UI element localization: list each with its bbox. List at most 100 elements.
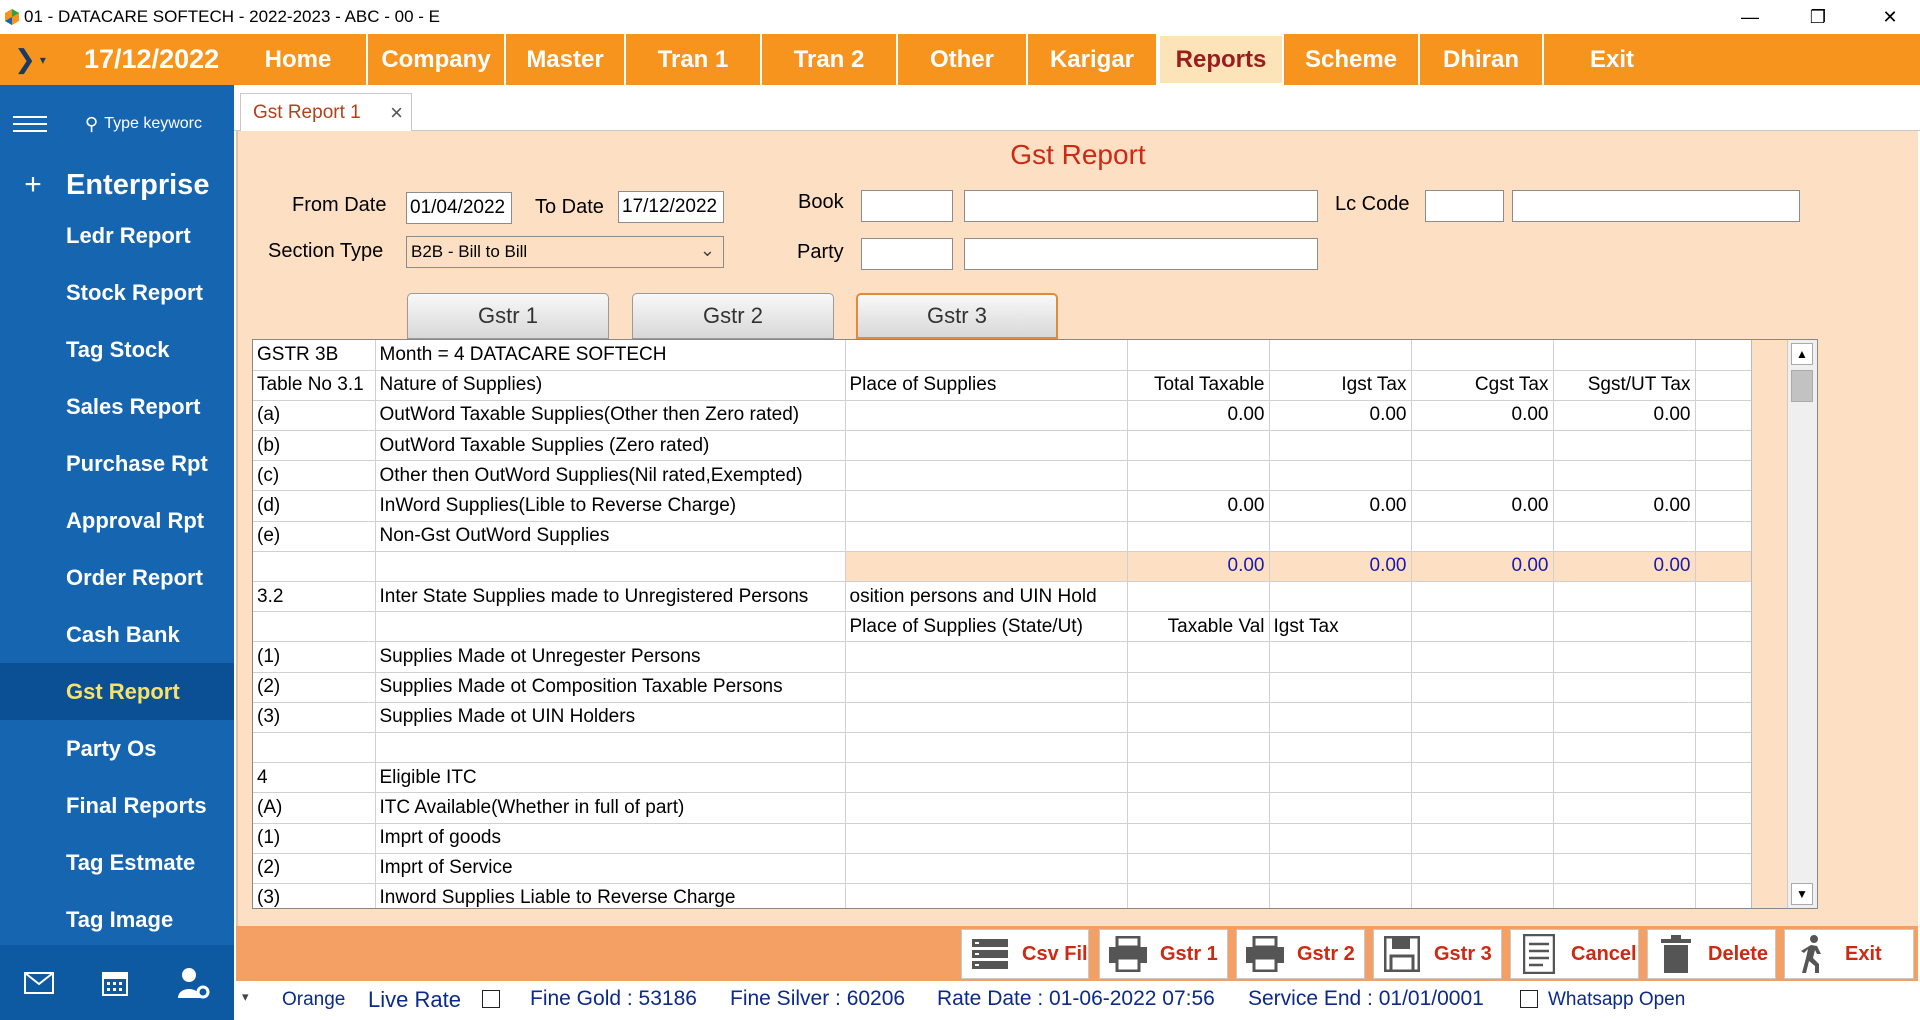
table-cell[interactable]: Igst Tax <box>1269 370 1412 401</box>
section-type-select[interactable]: B2B - Bill to Bill ⌄ <box>406 236 724 268</box>
menu-scheme[interactable]: Scheme <box>1284 34 1420 85</box>
table-cell[interactable] <box>1269 762 1412 794</box>
table-cell[interactable]: Supplies Made ot UIN Holders <box>375 702 846 733</box>
table-cell[interactable] <box>1411 641 1554 673</box>
tab-gstr-3[interactable]: Gstr 3 <box>856 293 1058 339</box>
table-cell[interactable]: InWord Supplies(Lible to Reverse Charge) <box>375 490 846 522</box>
table-cell[interactable] <box>1411 672 1554 703</box>
book-name-input[interactable] <box>964 190 1318 222</box>
table-cell[interactable] <box>1127 460 1270 492</box>
table-cell[interactable] <box>1127 762 1270 794</box>
table-cell[interactable] <box>1269 792 1412 824</box>
table-cell[interactable] <box>1127 340 1270 371</box>
table-cell[interactable]: Total Taxable <box>1127 370 1270 401</box>
minimize-button[interactable]: — <box>1720 0 1780 34</box>
table-cell[interactable] <box>1269 732 1412 764</box>
table-row[interactable]: 4 Eligible ITC <box>253 762 1817 794</box>
table-cell[interactable]: Imprt of goods <box>375 823 846 854</box>
table-row[interactable]: (1) Supplies Made ot Unregester Persons <box>253 641 1817 673</box>
table-row[interactable]: (d) InWord Supplies(Lible to Reverse Char… <box>253 490 1817 522</box>
table-cell[interactable] <box>1127 430 1270 462</box>
table-cell[interactable]: Imprt of Service <box>375 853 846 884</box>
close-window-button[interactable]: ✕ <box>1860 0 1920 34</box>
table-cell[interactable] <box>1553 823 1696 854</box>
cancel-button[interactable]: Cancel <box>1510 929 1639 979</box>
sidebar-item-cash-bank[interactable]: Cash Bank <box>0 606 234 663</box>
table-cell[interactable] <box>375 732 846 764</box>
table-cell[interactable]: Non-Gst OutWord Supplies <box>375 521 846 552</box>
table-cell[interactable] <box>845 460 1128 492</box>
table-row[interactable]: (2) Imprt of Service <box>253 853 1817 884</box>
table-cell[interactable] <box>845 340 1128 371</box>
table-cell[interactable] <box>1411 732 1554 764</box>
table-cell[interactable]: Month = 4 DATACARE SOFTECH <box>375 340 846 371</box>
theme-name[interactable]: Orange <box>282 989 345 1011</box>
tab-gst-report-1[interactable]: Gst Report 1 × <box>240 93 412 131</box>
tab-gstr-2[interactable]: Gstr 2 <box>632 293 834 339</box>
mail-icon[interactable] <box>23 971 54 994</box>
table-cell[interactable] <box>845 551 1128 583</box>
table-cell[interactable] <box>1269 460 1412 492</box>
sidebar-item-gst-report[interactable]: Gst Report <box>0 663 234 720</box>
table-cell[interactable] <box>1411 460 1554 492</box>
table-cell[interactable] <box>1553 430 1696 462</box>
table-cell[interactable]: Supplies Made ot Composition Taxable Per… <box>375 672 846 703</box>
csv-file-button[interactable]: Csv Fil <box>961 929 1089 979</box>
table-cell[interactable] <box>375 611 846 643</box>
table-cell[interactable]: (b) <box>253 430 376 462</box>
to-date-input[interactable]: 17/12/2022 <box>618 191 724 223</box>
table-cell[interactable]: Place of Supplies <box>845 370 1128 401</box>
table-cell[interactable]: (1) <box>253 641 376 673</box>
table-cell[interactable] <box>845 672 1128 703</box>
table-cell[interactable]: (3) <box>253 883 376 908</box>
table-cell[interactable]: 0.00 <box>1127 490 1270 522</box>
party-name-input[interactable] <box>964 238 1318 270</box>
table-cell[interactable] <box>1411 611 1554 643</box>
table-row[interactable]: (b) OutWord Taxable Supplies (Zero rated) <box>253 430 1817 462</box>
table-cell[interactable] <box>1127 883 1270 908</box>
table-cell[interactable]: 4 <box>253 762 376 794</box>
table-cell[interactable]: (A) <box>253 792 376 824</box>
table-cell[interactable]: Igst Tax <box>1269 611 1412 643</box>
table-cell[interactable]: OutWord Taxable Supplies(Other then Zero… <box>375 400 846 432</box>
table-cell[interactable]: 0.00 <box>1411 551 1554 583</box>
table-row[interactable]: GSTR 3B Month = 4 DATACARE SOFTECH <box>253 340 1817 371</box>
table-cell[interactable] <box>1553 762 1696 794</box>
lc-name-input[interactable] <box>1512 190 1800 222</box>
table-cell[interactable]: (2) <box>253 672 376 703</box>
table-cell[interactable] <box>845 823 1128 854</box>
table-cell[interactable] <box>375 551 846 583</box>
table-cell[interactable] <box>1411 430 1554 462</box>
table-cell[interactable]: 0.00 <box>1411 490 1554 522</box>
table-cell[interactable]: osition persons and UIN Hold <box>845 581 1128 613</box>
menu-other[interactable]: Other <box>898 34 1028 85</box>
vertical-scrollbar[interactable]: ▲ ▼ <box>1787 340 1817 908</box>
table-cell[interactable]: 0.00 <box>1269 490 1412 522</box>
table-cell[interactable] <box>253 732 376 764</box>
table-row[interactable]: (c) Other then OutWord Supplies(Nil rated… <box>253 460 1817 492</box>
table-cell[interactable] <box>1411 823 1554 854</box>
table-cell[interactable] <box>845 792 1128 824</box>
menu-company[interactable]: Company <box>368 34 506 85</box>
table-row[interactable]: (1) Imprt of goods <box>253 823 1817 854</box>
table-row[interactable]: 0.00 0.00 0.00 0.00 <box>253 551 1817 583</box>
table-cell[interactable]: 0.00 <box>1269 400 1412 432</box>
table-cell[interactable] <box>1553 581 1696 613</box>
table-cell[interactable] <box>1411 853 1554 884</box>
table-cell[interactable] <box>1269 521 1412 552</box>
sidebar-item-purchase-rpt[interactable]: Purchase Rpt <box>0 435 234 492</box>
table-cell[interactable] <box>1127 792 1270 824</box>
table-row[interactable]: (3) Inword Supplies Liable to Reverse Cha… <box>253 883 1817 908</box>
calendar-icon[interactable] <box>101 969 129 997</box>
table-cell[interactable]: Table No 3.1 <box>253 370 376 401</box>
table-cell[interactable]: 3.2 <box>253 581 376 613</box>
table-cell[interactable] <box>1269 430 1412 462</box>
table-cell[interactable] <box>1553 702 1696 733</box>
gstr-2-print-button[interactable]: Gstr 2 <box>1236 929 1365 979</box>
table-cell[interactable]: ITC Available(Whether in full of part) <box>375 792 846 824</box>
table-cell[interactable]: Sgst/UT Tax <box>1553 370 1696 401</box>
table-cell[interactable] <box>1411 340 1554 371</box>
table-cell[interactable] <box>1553 340 1696 371</box>
exit-button[interactable]: Exit <box>1784 929 1914 979</box>
table-cell[interactable] <box>1269 853 1412 884</box>
